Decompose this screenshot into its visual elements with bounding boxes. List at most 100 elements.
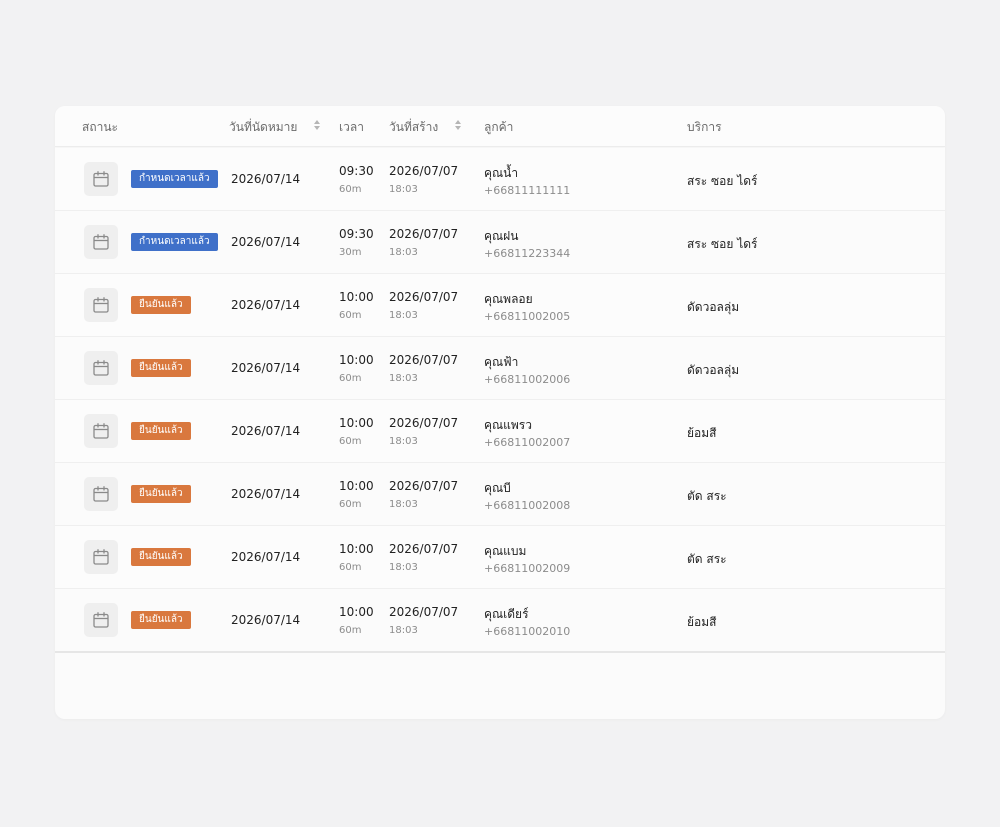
calendar-icon bbox=[93, 612, 109, 628]
header-appointment-date[interactable]: วันที่นัดหมาย bbox=[229, 118, 297, 137]
header-service: บริการ bbox=[687, 120, 722, 134]
appointment-date: 2026/07/14 bbox=[231, 235, 301, 249]
status-badge: กำหนดเวลาแล้ว bbox=[131, 170, 218, 188]
appointments-table-card: สถานะ วันที่นัดหมาย เวลา วันที่สร้าง ลูก… bbox=[55, 106, 945, 719]
created-time: 18:03 bbox=[389, 625, 418, 636]
created-time: 18:03 bbox=[389, 373, 418, 384]
service-name: ตัด สระ bbox=[687, 489, 727, 503]
customer-phone: +66811223344 bbox=[484, 247, 571, 260]
service-name: ตัด สระ bbox=[687, 552, 727, 566]
appointment-date: 2026/07/14 bbox=[231, 361, 301, 375]
created-time: 18:03 bbox=[389, 184, 418, 195]
table-row[interactable]: ยืนยันแล้ว 2026/07/14 10:00 60m 2026/07/… bbox=[55, 337, 945, 400]
calendar-button[interactable] bbox=[84, 162, 118, 196]
table-row[interactable]: ยืนยันแล้ว 2026/07/14 10:00 60m 2026/07/… bbox=[55, 589, 945, 653]
customer-phone: +66811002005 bbox=[484, 310, 571, 323]
table-body: กำหนดเวลาแล้ว 2026/07/14 09:30 60m 2026/… bbox=[55, 148, 945, 653]
sort-icon[interactable] bbox=[454, 120, 462, 132]
calendar-button[interactable] bbox=[84, 414, 118, 448]
header-created-date[interactable]: วันที่สร้าง bbox=[389, 118, 438, 137]
appointment-date: 2026/07/14 bbox=[231, 613, 301, 627]
created-date: 2026/07/07 bbox=[389, 227, 459, 241]
appointment-duration: 60m bbox=[339, 310, 362, 321]
appointment-date: 2026/07/14 bbox=[231, 172, 301, 186]
status-badge: ยืนยันแล้ว bbox=[131, 296, 191, 314]
customer-phone: +66811002010 bbox=[484, 625, 571, 638]
service-name: ย้อมสี bbox=[687, 426, 717, 440]
status-badge: กำหนดเวลาแล้ว bbox=[131, 233, 218, 251]
appointment-duration: 60m bbox=[339, 499, 362, 510]
customer-name: คุณพลอย bbox=[484, 292, 533, 306]
calendar-button[interactable] bbox=[84, 225, 118, 259]
header-customer: ลูกค้า bbox=[484, 120, 514, 134]
customer-name: คุณน้ำ bbox=[484, 166, 519, 180]
calendar-icon bbox=[93, 549, 109, 565]
customer-phone: +66811002006 bbox=[484, 373, 571, 386]
appointment-time: 10:00 bbox=[339, 542, 374, 556]
header-status: สถานะ bbox=[82, 120, 118, 134]
customer-phone: +66811002007 bbox=[484, 436, 571, 449]
calendar-button[interactable] bbox=[84, 603, 118, 637]
appointment-time: 10:00 bbox=[339, 416, 374, 430]
service-name: ดัดวอลลุ่ม bbox=[687, 300, 740, 314]
calendar-button[interactable] bbox=[84, 477, 118, 511]
service-name: ย้อมสี bbox=[687, 615, 717, 629]
appointment-duration: 60m bbox=[339, 184, 362, 195]
created-date: 2026/07/07 bbox=[389, 605, 459, 619]
customer-phone: +66811002009 bbox=[484, 562, 571, 575]
calendar-button[interactable] bbox=[84, 351, 118, 385]
appointment-duration: 60m bbox=[339, 562, 362, 573]
header-time: เวลา bbox=[339, 120, 364, 134]
customer-phone: +66811111111 bbox=[484, 184, 571, 197]
table-row[interactable]: ยืนยันแล้ว 2026/07/14 10:00 60m 2026/07/… bbox=[55, 463, 945, 526]
calendar-icon bbox=[93, 297, 109, 313]
appointment-date: 2026/07/14 bbox=[231, 298, 301, 312]
appointment-duration: 60m bbox=[339, 436, 362, 447]
calendar-button[interactable] bbox=[84, 288, 118, 322]
table-row[interactable]: ยืนยันแล้ว 2026/07/14 10:00 60m 2026/07/… bbox=[55, 400, 945, 463]
status-badge: ยืนยันแล้ว bbox=[131, 485, 191, 503]
customer-name: คุณฟ้า bbox=[484, 355, 519, 369]
created-time: 18:03 bbox=[389, 247, 418, 258]
appointment-date: 2026/07/14 bbox=[231, 550, 301, 564]
appointment-date: 2026/07/14 bbox=[231, 487, 301, 501]
created-time: 18:03 bbox=[389, 310, 418, 321]
appointment-time: 10:00 bbox=[339, 605, 374, 619]
table-row[interactable]: กำหนดเวลาแล้ว 2026/07/14 09:30 30m 2026/… bbox=[55, 211, 945, 274]
table-row[interactable]: ยืนยันแล้ว 2026/07/14 10:00 60m 2026/07/… bbox=[55, 526, 945, 589]
customer-phone: +66811002008 bbox=[484, 499, 571, 512]
appointment-time: 10:00 bbox=[339, 290, 374, 304]
appointment-time: 10:00 bbox=[339, 353, 374, 367]
appointment-duration: 30m bbox=[339, 247, 362, 258]
created-time: 18:03 bbox=[389, 499, 418, 510]
table-header: สถานะ วันที่นัดหมาย เวลา วันที่สร้าง ลูก… bbox=[55, 106, 945, 147]
created-date: 2026/07/07 bbox=[389, 290, 459, 304]
created-time: 18:03 bbox=[389, 436, 418, 447]
table-row[interactable]: กำหนดเวลาแล้ว 2026/07/14 09:30 60m 2026/… bbox=[55, 148, 945, 211]
created-date: 2026/07/07 bbox=[389, 479, 459, 493]
customer-name: คุณฝน bbox=[484, 229, 519, 243]
service-name: ดัดวอลลุ่ม bbox=[687, 363, 740, 377]
appointment-date: 2026/07/14 bbox=[231, 424, 301, 438]
status-badge: ยืนยันแล้ว bbox=[131, 548, 191, 566]
status-badge: ยืนยันแล้ว bbox=[131, 359, 191, 377]
calendar-icon bbox=[93, 234, 109, 250]
table-row[interactable]: ยืนยันแล้ว 2026/07/14 10:00 60m 2026/07/… bbox=[55, 274, 945, 337]
service-name: สระ ซอย ไดร์ bbox=[687, 237, 758, 251]
customer-name: คุณเดียร์ bbox=[484, 607, 529, 621]
appointment-time: 09:30 bbox=[339, 227, 374, 241]
customer-name: คุณแบม bbox=[484, 544, 527, 558]
status-badge: ยืนยันแล้ว bbox=[131, 422, 191, 440]
created-date: 2026/07/07 bbox=[389, 164, 459, 178]
calendar-icon bbox=[93, 486, 109, 502]
created-date: 2026/07/07 bbox=[389, 416, 459, 430]
created-time: 18:03 bbox=[389, 562, 418, 573]
appointment-time: 09:30 bbox=[339, 164, 374, 178]
calendar-button[interactable] bbox=[84, 540, 118, 574]
calendar-icon bbox=[93, 423, 109, 439]
sort-icon[interactable] bbox=[313, 120, 321, 132]
service-name: สระ ซอย ไดร์ bbox=[687, 174, 758, 188]
appointment-duration: 60m bbox=[339, 625, 362, 636]
customer-name: คุณบี bbox=[484, 481, 511, 495]
calendar-icon bbox=[93, 360, 109, 376]
